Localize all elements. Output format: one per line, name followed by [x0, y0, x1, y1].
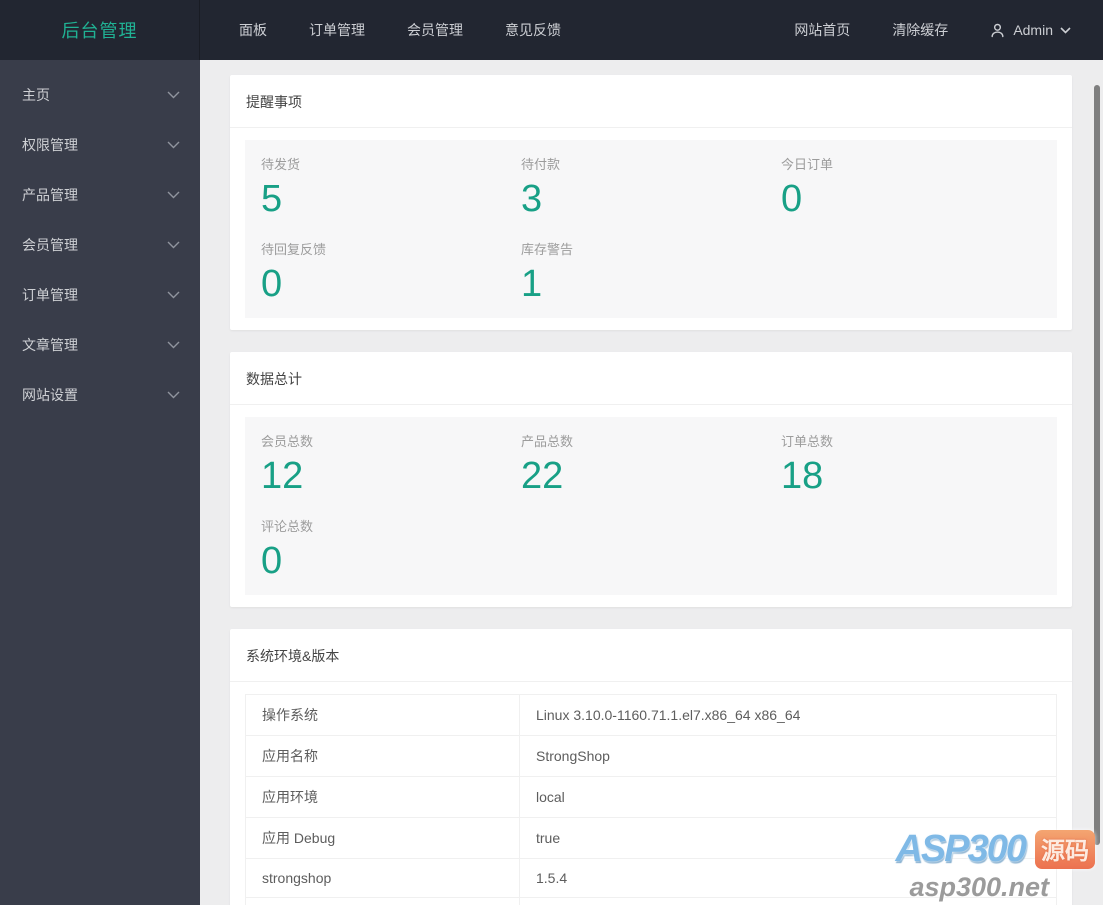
stat-value: 18 — [781, 455, 824, 497]
user-name: Admin — [1013, 22, 1053, 38]
topnav-item-feedback[interactable]: 意见反馈 — [484, 0, 582, 60]
scrollbar-track — [1093, 60, 1103, 905]
stat-today-orders: 今日订单 0 — [781, 154, 1041, 219]
chevron-down-icon — [167, 191, 180, 199]
stat-total-comments: 评论总数 0 — [261, 516, 521, 581]
chevron-down-icon — [167, 241, 180, 249]
stat-total-members: 会员总数 12 — [261, 431, 521, 496]
stat-label: 今日订单 — [781, 157, 834, 172]
stat-value: 0 — [261, 263, 283, 305]
sidebar-item-label: 网站设置 — [22, 387, 78, 403]
sidebar-item-articles[interactable]: 文章管理 — [0, 320, 200, 370]
topbar-right-nav: 网站首页 清除缓存 Admin — [773, 0, 1103, 60]
chevron-down-icon — [1060, 26, 1071, 34]
system-row-value: Linux 3.10.0-1160.71.1.el7.x86_64 x86_64 — [519, 694, 1057, 736]
stat-pending-ship: 待发货 5 — [261, 154, 521, 219]
reminders-card-title: 提醒事项 — [230, 75, 1072, 128]
totals-card: 数据总计 会员总数 12 产品总数 22 订单总数 18 评论总数 0 — [230, 352, 1072, 607]
sidebar-item-label: 订单管理 — [22, 287, 78, 303]
chevron-down-icon — [167, 141, 180, 149]
sidebar-item-label: 文章管理 — [22, 337, 78, 353]
topnav-item-dashboard[interactable]: 面板 — [218, 0, 288, 60]
stat-value: 22 — [521, 455, 564, 497]
system-table: 操作系统 Linux 3.10.0-1160.71.1.el7.x86_64 x… — [245, 694, 1057, 905]
topnav-item-site-home[interactable]: 网站首页 — [773, 0, 871, 60]
stat-pending-feedback: 待回复反馈 0 — [261, 239, 521, 304]
chevron-down-icon — [167, 391, 180, 399]
main-content: 提醒事项 待发货 5 待付款 3 今日订单 0 待回复反馈 0 库存警告 1 数… — [200, 60, 1103, 905]
reminders-card-body: 待发货 5 待付款 3 今日订单 0 待回复反馈 0 库存警告 1 — [230, 128, 1072, 330]
stat-total-products: 产品总数 22 — [521, 431, 781, 496]
topnav-item-members[interactable]: 会员管理 — [386, 0, 484, 60]
table-row: 应用环境 local — [245, 776, 1057, 818]
system-row-value: 1.5.4 — [519, 858, 1057, 898]
system-row-value: true — [519, 817, 1057, 859]
sidebar-item-label: 主页 — [22, 87, 50, 103]
system-row-name: 应用环境 — [245, 776, 520, 818]
system-row-name: 应用 Debug — [245, 817, 520, 859]
sidebar-item-products[interactable]: 产品管理 — [0, 170, 200, 220]
system-row-value: 6.20.30 — [519, 897, 1057, 905]
system-card-title: 系统环境&版本 — [230, 629, 1072, 682]
system-row-value: local — [519, 776, 1057, 818]
user-menu[interactable]: Admin — [969, 0, 1087, 60]
sidebar-item-permissions[interactable]: 权限管理 — [0, 120, 200, 170]
system-row-name: 操作系统 — [245, 694, 520, 736]
stat-value: 0 — [261, 540, 283, 582]
sidebar-item-label: 权限管理 — [22, 137, 78, 153]
system-row-value: StrongShop — [519, 735, 1057, 777]
stat-label: 订单总数 — [781, 434, 834, 449]
system-card-body: 操作系统 Linux 3.10.0-1160.71.1.el7.x86_64 x… — [230, 682, 1072, 905]
sidebar-item-orders[interactable]: 订单管理 — [0, 270, 200, 320]
stat-value: 0 — [781, 178, 803, 220]
stat-total-orders: 订单总数 18 — [781, 431, 1041, 496]
table-row: 应用名称 StrongShop — [245, 735, 1057, 777]
table-row: 应用 Debug true — [245, 817, 1057, 859]
sidebar-item-label: 产品管理 — [22, 187, 78, 203]
reminders-card: 提醒事项 待发货 5 待付款 3 今日订单 0 待回复反馈 0 库存警告 1 — [230, 75, 1072, 330]
topnav-item-clear-cache[interactable]: 清除缓存 — [871, 0, 969, 60]
stat-value: 3 — [521, 178, 543, 220]
sidebar-item-site-settings[interactable]: 网站设置 — [0, 370, 200, 420]
chevron-down-icon — [167, 341, 180, 349]
sidebar-item-label: 会员管理 — [22, 237, 78, 253]
user-icon — [989, 22, 1006, 39]
stat-label: 会员总数 — [261, 434, 314, 449]
topbar-nav: 面板 订单管理 会员管理 意见反馈 — [218, 0, 582, 60]
topbar: 后台管理 面板 订单管理 会员管理 意见反馈 网站首页 清除缓存 Admin — [0, 0, 1103, 60]
stat-label: 待回复反馈 — [261, 242, 327, 257]
sidebar: 主页 权限管理 产品管理 会员管理 订单管理 文章管理 网站设置 — [0, 60, 200, 905]
stat-label: 待付款 — [521, 157, 561, 172]
totals-card-title: 数据总计 — [230, 352, 1072, 405]
stat-stock-warning: 库存警告 1 — [521, 239, 781, 304]
system-row-name: Laravel Framework — [245, 897, 520, 905]
brand-title[interactable]: 后台管理 — [0, 0, 200, 60]
stat-value: 1 — [521, 263, 543, 305]
stat-label: 待发货 — [261, 157, 301, 172]
totals-stat-panel: 会员总数 12 产品总数 22 订单总数 18 评论总数 0 — [245, 417, 1057, 595]
table-row: Laravel Framework 6.20.30 — [245, 897, 1057, 905]
totals-card-body: 会员总数 12 产品总数 22 订单总数 18 评论总数 0 — [230, 405, 1072, 607]
stat-label: 评论总数 — [261, 519, 314, 534]
stat-label: 库存警告 — [521, 242, 574, 257]
scrollbar-thumb[interactable] — [1094, 85, 1100, 845]
system-row-name: strongshop — [245, 858, 520, 898]
chevron-down-icon — [167, 91, 180, 99]
reminders-stat-panel: 待发货 5 待付款 3 今日订单 0 待回复反馈 0 库存警告 1 — [245, 140, 1057, 318]
sidebar-item-members[interactable]: 会员管理 — [0, 220, 200, 270]
system-card: 系统环境&版本 操作系统 Linux 3.10.0-1160.71.1.el7.… — [230, 629, 1072, 905]
topnav-item-orders[interactable]: 订单管理 — [288, 0, 386, 60]
table-row: 操作系统 Linux 3.10.0-1160.71.1.el7.x86_64 x… — [245, 694, 1057, 736]
stat-label: 产品总数 — [521, 434, 574, 449]
stat-pending-pay: 待付款 3 — [521, 154, 781, 219]
sidebar-item-home[interactable]: 主页 — [0, 70, 200, 120]
table-row: strongshop 1.5.4 — [245, 858, 1057, 898]
system-row-name: 应用名称 — [245, 735, 520, 777]
chevron-down-icon — [167, 291, 180, 299]
stat-value: 5 — [261, 178, 283, 220]
stat-value: 12 — [261, 455, 304, 497]
